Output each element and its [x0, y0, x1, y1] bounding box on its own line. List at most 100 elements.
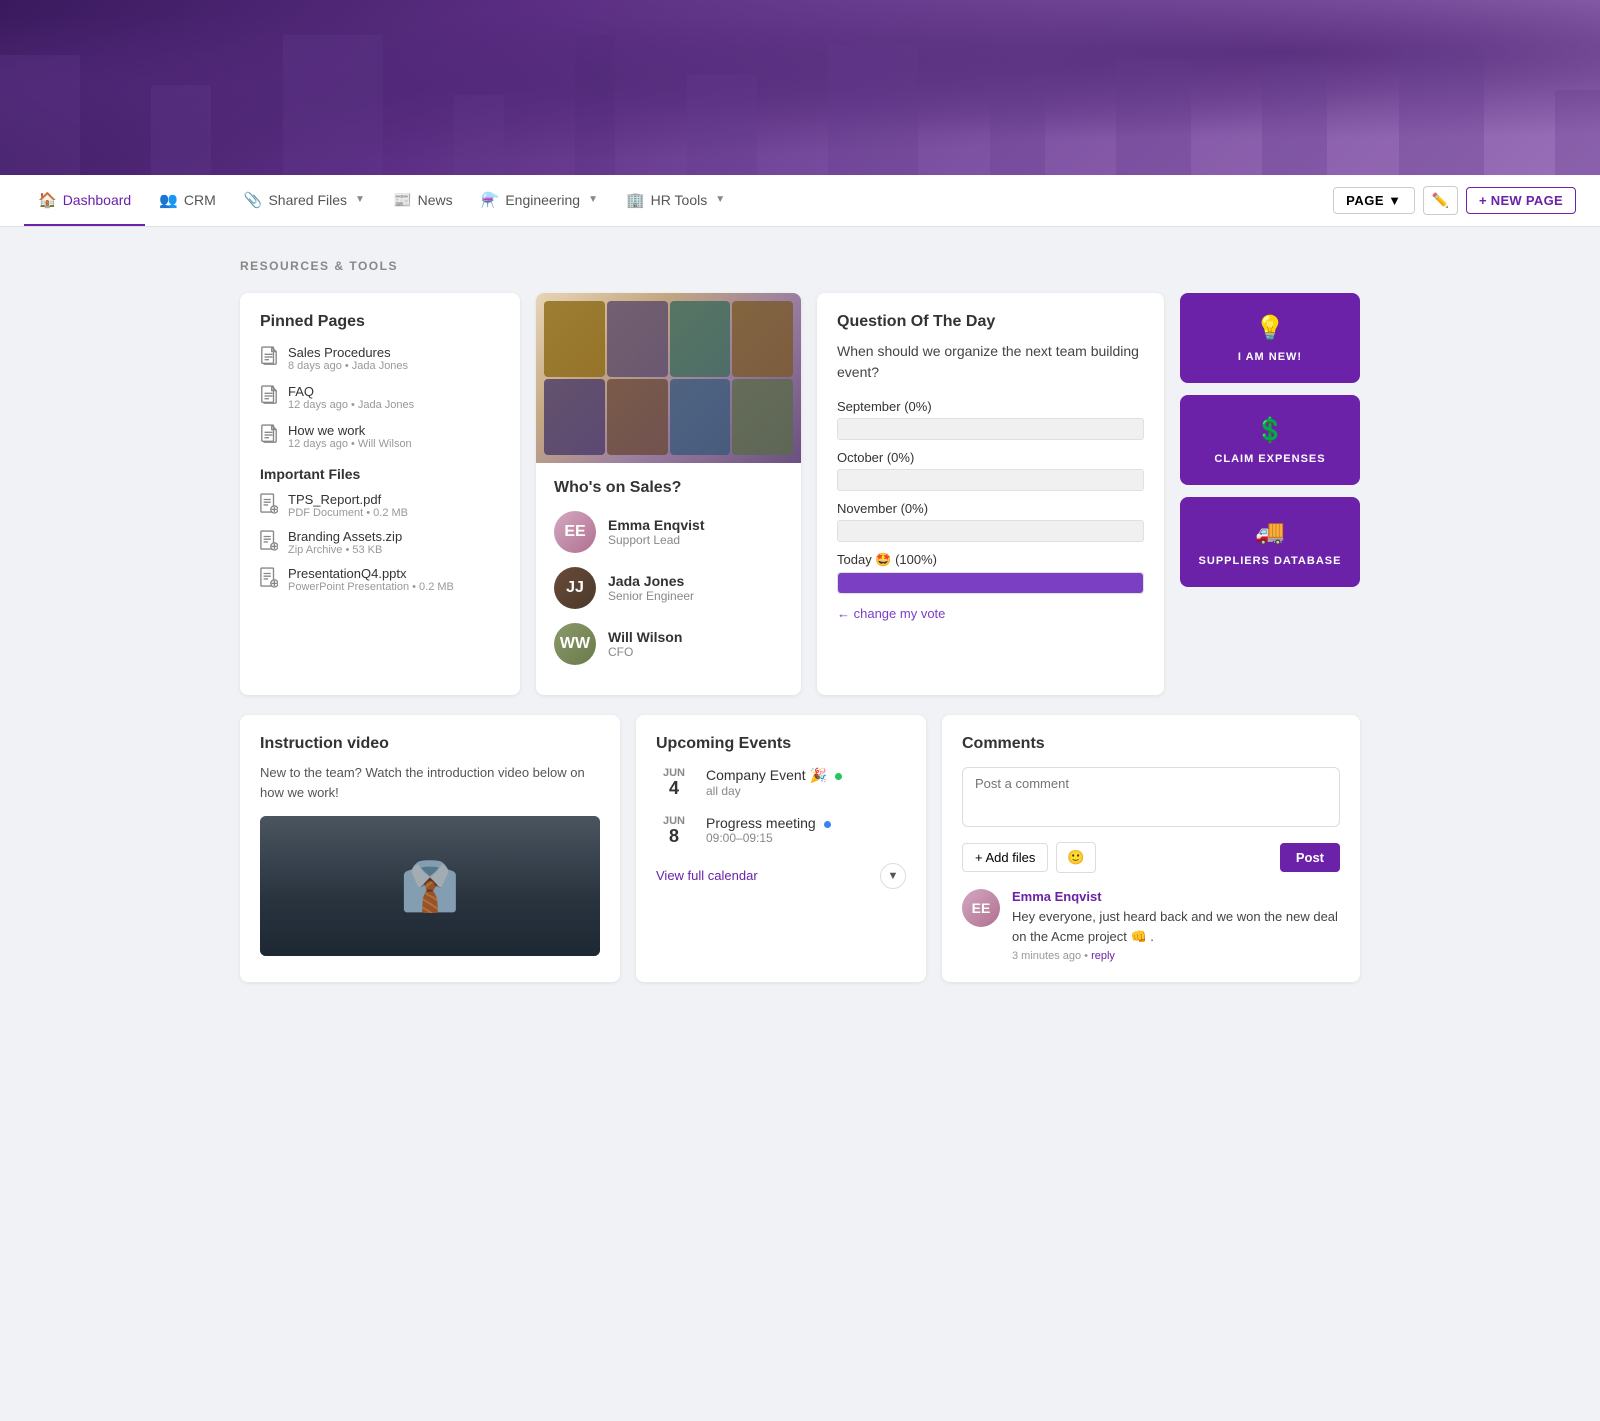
- poll-option-0[interactable]: September (0%): [837, 399, 1144, 440]
- event-0-info: Company Event 🎉 all day: [706, 767, 842, 798]
- grid-row-2: Instruction video New to the team? Watch…: [240, 715, 1360, 982]
- comment-input[interactable]: [962, 767, 1340, 827]
- home-icon: 🏠: [38, 191, 57, 209]
- edit-button[interactable]: ✏️: [1423, 186, 1458, 215]
- poll-option-2[interactable]: November (0%): [837, 501, 1144, 542]
- poll-label-2: November (0%): [837, 501, 1144, 516]
- nav-item-news[interactable]: 📰 News: [379, 175, 467, 226]
- pinned-item-2-name: How we work: [288, 423, 412, 438]
- avatar-will: WW: [554, 623, 596, 665]
- poll-option-3[interactable]: Today 🤩 (100%): [837, 552, 1144, 594]
- claim-expenses-card[interactable]: 💲 CLAIM EXPENSES: [1180, 395, 1360, 485]
- nav-label-crm: CRM: [184, 192, 216, 208]
- truck-icon: 🚚: [1255, 518, 1285, 547]
- nav-left: 🏠 Dashboard 👥 CRM 📎 Shared Files ▼ 📰 New…: [24, 175, 739, 226]
- claim-expenses-label: CLAIM EXPENSES: [1214, 453, 1325, 465]
- nav-item-dashboard[interactable]: 🏠 Dashboard: [24, 175, 145, 226]
- person-will-info: Will Wilson CFO: [608, 629, 682, 659]
- person-will[interactable]: WW Will Wilson CFO: [554, 623, 783, 665]
- pinned-item-0-info: Sales Procedures 8 days ago • Jada Jones: [288, 345, 408, 372]
- news-icon: 📰: [393, 191, 412, 209]
- video-thumbnail[interactable]: 👔: [260, 816, 600, 956]
- page-button[interactable]: PAGE ▼: [1333, 187, 1414, 214]
- event-1-day: 8: [656, 827, 692, 847]
- file-item-1[interactable]: Branding Assets.zip Zip Archive • 53 KB: [260, 529, 500, 556]
- file-icon: [260, 424, 278, 446]
- file-item-2-info: PresentationQ4.pptx PowerPoint Presentat…: [288, 566, 454, 593]
- nav-label-shared-files: Shared Files: [268, 192, 347, 208]
- comment-reply-link[interactable]: reply: [1091, 950, 1115, 962]
- nav-item-hr-tools[interactable]: 🏢 HR Tools ▼: [612, 175, 739, 226]
- comment-0-meta: 3 minutes ago • reply: [1012, 950, 1340, 962]
- poll-label-3: Today 🤩 (100%): [837, 552, 1144, 568]
- whos-on-sales-body: Who's on Sales? EE Emma Enqvist Support …: [536, 463, 801, 695]
- emoji-button[interactable]: 🙂: [1056, 842, 1095, 873]
- file-item-2-name: PresentationQ4.pptx: [288, 566, 454, 581]
- poll-bar-fill-3: [838, 573, 1143, 593]
- img-block-3: [670, 301, 731, 377]
- event-0-name: Company Event 🎉: [706, 767, 842, 784]
- poll-bar-fill-2: [838, 521, 839, 541]
- event-1-name: Progress meeting: [706, 815, 831, 831]
- suppliers-database-card[interactable]: 🚚 SUPPLIERS DATABASE: [1180, 497, 1360, 587]
- upcoming-events-card: Upcoming Events JUN 4 Company Event 🎉 al…: [636, 715, 926, 982]
- i-am-new-card[interactable]: 💡 I AM NEW!: [1180, 293, 1360, 383]
- poll-option-1[interactable]: October (0%): [837, 450, 1144, 491]
- pinned-item-2[interactable]: How we work 12 days ago • Will Wilson: [260, 423, 500, 450]
- person-emma-info: Emma Enqvist Support Lead: [608, 517, 704, 547]
- img-block-1: [544, 301, 605, 377]
- section-label: RESOURCES & TOOLS: [240, 259, 1360, 273]
- person-will-role: CFO: [608, 645, 682, 659]
- event-1-info: Progress meeting 09:00–09:15: [706, 815, 831, 845]
- nav-label-engineering: Engineering: [505, 192, 580, 208]
- avatar-emma: EE: [554, 511, 596, 553]
- post-button[interactable]: Post: [1280, 843, 1340, 872]
- event-0-time: all day: [706, 784, 842, 798]
- video-overlay: [260, 816, 600, 956]
- events-title: Upcoming Events: [656, 735, 906, 753]
- person-emma[interactable]: EE Emma Enqvist Support Lead: [554, 511, 783, 553]
- hr-tools-chevron: ▼: [715, 194, 725, 205]
- pinned-item-0-meta: 8 days ago • Jada Jones: [288, 360, 408, 372]
- file-item-1-info: Branding Assets.zip Zip Archive • 53 KB: [288, 529, 402, 556]
- event-1[interactable]: JUN 8 Progress meeting 09:00–09:15: [656, 815, 906, 847]
- file-item-2[interactable]: PresentationQ4.pptx PowerPoint Presentat…: [260, 566, 500, 593]
- view-calendar-row: View full calendar ▼: [656, 863, 906, 889]
- instruction-video-card: Instruction video New to the team? Watch…: [240, 715, 620, 982]
- poll-bar-bg-3: [837, 572, 1144, 594]
- view-calendar-link[interactable]: View full calendar: [656, 868, 758, 883]
- pinned-item-1-info: FAQ 12 days ago • Jada Jones: [288, 384, 414, 411]
- comment-0-text: Hey everyone, just heard back and we won…: [1012, 907, 1340, 946]
- pptx-icon: [260, 567, 278, 589]
- img-block-7: [670, 379, 731, 455]
- poll-bar-bg-0: [837, 418, 1144, 440]
- event-0-date: JUN 4: [656, 767, 692, 799]
- poll-bar-bg-2: [837, 520, 1144, 542]
- comment-actions: + Add files 🙂 Post: [962, 842, 1340, 873]
- nav-label-news: News: [418, 192, 453, 208]
- shared-files-chevron: ▼: [355, 194, 365, 205]
- pinned-item-1[interactable]: FAQ 12 days ago • Jada Jones: [260, 384, 500, 411]
- nav-item-crm[interactable]: 👥 CRM: [145, 175, 230, 226]
- nav-item-shared-files[interactable]: 📎 Shared Files ▼: [230, 175, 379, 226]
- person-emma-role: Support Lead: [608, 533, 704, 547]
- add-files-button[interactable]: + Add files: [962, 843, 1048, 872]
- lightbulb-icon: 💡: [1255, 314, 1285, 343]
- person-jada[interactable]: JJ Jada Jones Senior Engineer: [554, 567, 783, 609]
- comment-0-author[interactable]: Emma Enqvist: [1012, 889, 1340, 904]
- crm-icon: 👥: [159, 191, 178, 209]
- change-vote-link[interactable]: ← change my vote: [837, 606, 1144, 621]
- engineering-chevron: ▼: [588, 194, 598, 205]
- pinned-item-0[interactable]: Sales Procedures 8 days ago • Jada Jones: [260, 345, 500, 372]
- hero-decoration: [0, 0, 1600, 175]
- new-page-button[interactable]: + NEW PAGE: [1466, 187, 1576, 214]
- hero-banner: [0, 0, 1600, 175]
- event-0-dot: [835, 773, 842, 780]
- calendar-chevron-button[interactable]: ▼: [880, 863, 906, 889]
- pinned-item-2-meta: 12 days ago • Will Wilson: [288, 438, 412, 450]
- file-item-0[interactable]: TPS_Report.pdf PDF Document • 0.2 MB: [260, 492, 500, 519]
- nav-label-dashboard: Dashboard: [63, 192, 132, 208]
- pinned-item-2-info: How we work 12 days ago • Will Wilson: [288, 423, 412, 450]
- nav-item-engineering[interactable]: ⚗️ Engineering ▼: [467, 175, 612, 226]
- event-0[interactable]: JUN 4 Company Event 🎉 all day: [656, 767, 906, 799]
